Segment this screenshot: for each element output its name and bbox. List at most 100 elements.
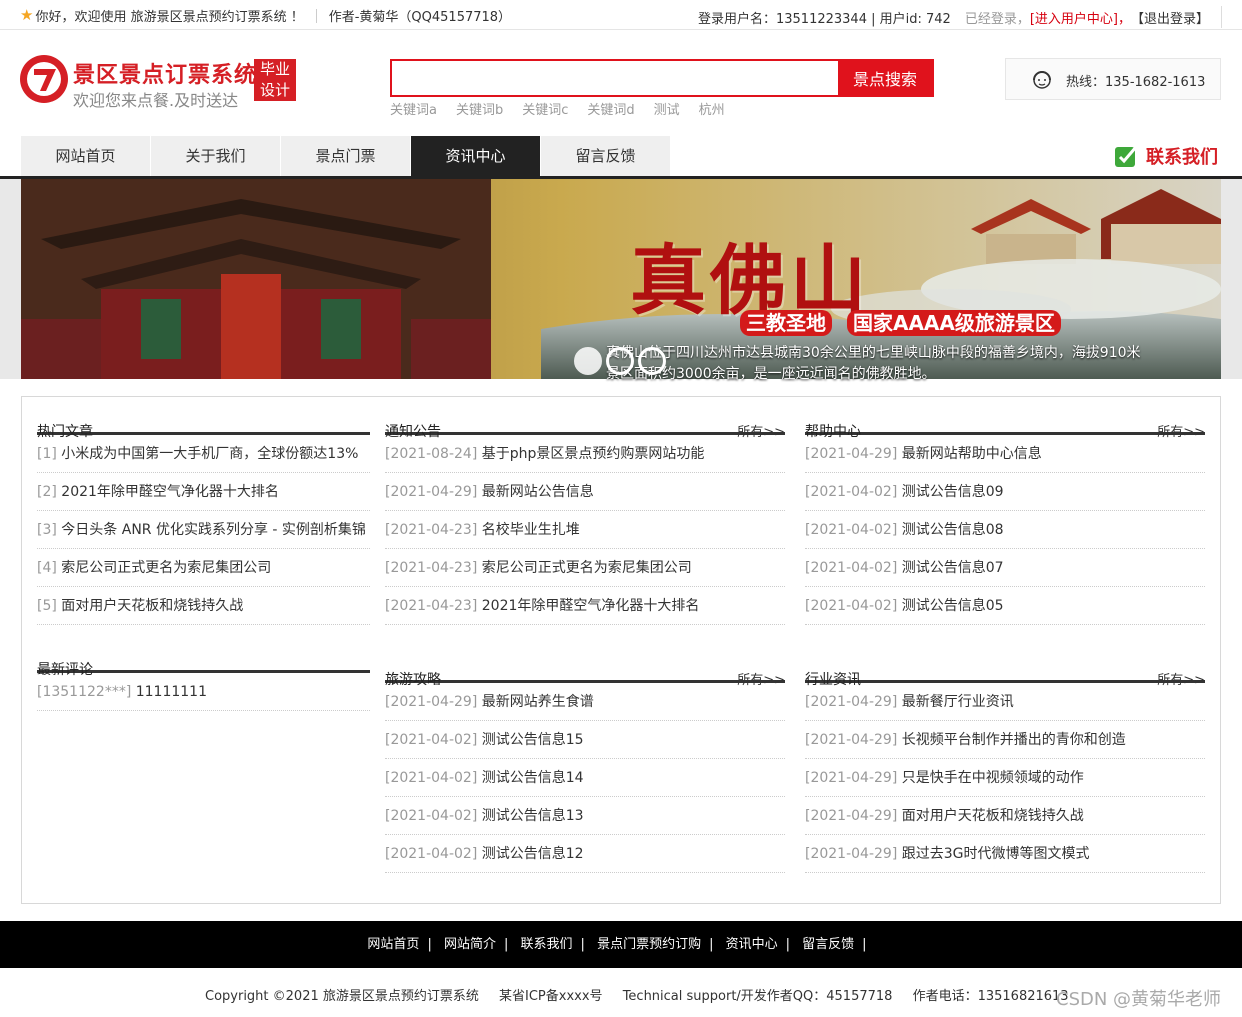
nav-tab-about[interactable]: 关于我们 [151, 136, 280, 176]
carousel-dots [574, 347, 666, 375]
list-item[interactable]: [2021-04-02] 测试公告信息07 [805, 549, 1205, 587]
copyright-text: Copyright ©2021 旅游景区景点预约订票系统 [205, 989, 479, 1004]
hot-articles-section: 热门文章 [1] 小米成为中国第一大手机厂商，全球份额达13% [2] 2021… [37, 397, 370, 625]
hot-keywords: 关键词a 关键词b 关键词c 关键词d 测试 杭州 [390, 99, 744, 118]
login-user-text: 登录用户名：13511223344 | 用户id: 742 [697, 11, 951, 27]
list-item[interactable]: [2021-04-29] 面对用户天花板和烧钱持久战 [805, 797, 1205, 835]
search-box: 景点搜索 [390, 59, 934, 97]
nav-tab-feedback[interactable]: 留言反馈 [541, 136, 670, 176]
list-item[interactable]: [2021-04-02] 测试公告信息12 [385, 835, 785, 873]
content-panel: 热门文章 [1] 小米成为中国第一大手机厂商，全球份额达13% [2] 2021… [21, 396, 1221, 904]
check-icon [1115, 146, 1138, 167]
list-item[interactable]: [2021-04-02] 测试公告信息09 [805, 473, 1205, 511]
section-title: 热门文章 [37, 424, 93, 440]
list-item[interactable]: [2021-04-02] 测试公告信息14 [385, 759, 785, 797]
user-center-link[interactable]: [进入用户中心]， [1030, 8, 1131, 27]
list-item[interactable]: [2021-04-23] 2021年除甲醛空气净化器十大排名 [385, 587, 785, 625]
footer-nav: 网站首页 | 网站简介 | 联系我们 | 景点门票预约订购 | 资讯中心 | 留言反馈 | [0, 921, 1242, 968]
keyword-link[interactable]: 关键词c [522, 99, 568, 118]
graduation-badge: 毕业 设计 [254, 59, 296, 101]
contact-us-label: 联系我们 [1146, 147, 1218, 168]
support-text: Technical support/开发作者QQ：45157718 [622, 989, 893, 1004]
logo-icon[interactable] [20, 55, 68, 103]
travel-guide-section: 旅游攻略 所有>> [2021-04-29] 最新网站养生食谱 [2021-04… [385, 645, 785, 873]
list-item[interactable]: [2021-04-02] 测试公告信息08 [805, 511, 1205, 549]
section-title: 最新评论 [37, 662, 93, 678]
list-item[interactable]: [3] 今日头条 ANR 优化实践系列分享 - 实例剖析集锦 [37, 511, 370, 549]
list-item[interactable]: [2021-04-02] 测试公告信息15 [385, 721, 785, 759]
header: 景区景点订票系统 欢迎您来点餐.及时送达 毕业 设计 景点搜索 关键词a 关键词… [0, 31, 1242, 131]
section-title: 帮助中心 [805, 424, 861, 440]
list-item[interactable]: [2021-04-29] 长视频平台制作并播出的青你和创造 [805, 721, 1205, 759]
divider [315, 8, 317, 23]
more-link[interactable]: 所有>> [1157, 421, 1205, 440]
section-title: 通知公告 [385, 424, 441, 440]
list-item[interactable]: [2021-04-29] 最新餐厅行业资讯 [805, 683, 1205, 721]
site-subtitle: 欢迎您来点餐.及时送达 [73, 91, 239, 110]
list-item[interactable]: [2021-04-29] 最新网站帮助中心信息 [805, 435, 1205, 473]
footer-link-home[interactable]: 网站首页 [367, 937, 419, 952]
author-text: 作者-黄菊华（QQ45157718） [328, 10, 512, 25]
star-icon: ★ [20, 6, 34, 24]
contact-us-link[interactable]: 联系我们 [1114, 143, 1218, 169]
keyword-link[interactable]: 杭州 [699, 99, 725, 118]
footer-link-contact[interactable]: 联系我们 [521, 937, 573, 952]
banner-caption: 真佛山位于四川达州市达县城南30余公里的七里峡山脉中段的福善乡境内，海拔910米 [606, 345, 1141, 361]
search-input[interactable] [392, 61, 838, 95]
customer-service-icon [1033, 71, 1051, 89]
main-nav: 网站首页 关于我们 景点门票 资讯中心 留言反馈 联系我们 [0, 136, 1242, 179]
logo-mark [34, 69, 56, 91]
login-status: 已经登录， [964, 11, 1030, 27]
list-item[interactable]: [2021-04-29] 最新网站养生食谱 [385, 683, 785, 721]
more-link[interactable]: 所有>> [737, 669, 785, 688]
list-item[interactable]: [2] 2021年除甲醛空气净化器十大排名 [37, 473, 370, 511]
welcome-text: 你好，欢迎使用 旅游景区景点预约订票系统 ！ [35, 10, 304, 25]
carousel-dot[interactable] [638, 347, 666, 375]
carousel-dot[interactable] [606, 347, 634, 375]
list-item[interactable]: [2021-04-23] 名校毕业生扎堆 [385, 511, 785, 549]
copyright-line: Copyright ©2021 旅游景区景点预约订票系统 某省ICP备xxxx号… [205, 985, 1085, 1004]
top-bar-left: ★ 你好，欢迎使用 旅游景区景点预约订票系统 ！ 作者-黄菊华（QQ451577… [20, 6, 512, 26]
keyword-link[interactable]: 关键词d [587, 99, 634, 118]
nav-tab-home[interactable]: 网站首页 [21, 136, 150, 176]
list-item[interactable]: [2021-04-23] 索尼公司正式更名为索尼集团公司 [385, 549, 785, 587]
footer-link-tickets[interactable]: 景点门票预约订购 [597, 937, 701, 952]
icp-text: 某省ICP备xxxx号 [499, 989, 603, 1004]
nav-tab-news[interactable]: 资讯中心 [411, 136, 540, 176]
csdn-watermark: CSDN @黄菊华老师 [1056, 989, 1222, 1010]
phone-text: 作者电话：13516821613 [912, 989, 1069, 1004]
list-item[interactable]: [2021-04-02] 测试公告信息13 [385, 797, 785, 835]
more-link[interactable]: 所有>> [1157, 669, 1205, 688]
notices-section: 通知公告 所有>> [2021-08-24] 基于php景区景点预约购票网站功能… [385, 397, 785, 625]
section-title: 行业资讯 [805, 672, 861, 688]
carousel-dot[interactable] [574, 347, 602, 375]
latest-comments-section: 最新评论 [1351122***] 11111111 [37, 635, 370, 711]
list-item[interactable]: [5] 面对用户天花板和烧钱持久战 [37, 587, 370, 625]
divider [1221, 6, 1222, 28]
site-title: 景区景点订票系统 [73, 63, 258, 88]
hotline-box: 热线：135-1682-1613 [1005, 58, 1221, 100]
footer-link-intro[interactable]: 网站简介 [444, 937, 496, 952]
more-link[interactable]: 所有>> [737, 421, 785, 440]
footer-link-feedback[interactable]: 留言反馈 [802, 937, 854, 952]
nav-tab-tickets[interactable]: 景点门票 [281, 136, 410, 176]
top-bar: ★ 你好，欢迎使用 旅游景区景点预约订票系统 ！ 作者-黄菊华（QQ451577… [0, 0, 1242, 30]
keyword-link[interactable]: 关键词a [390, 99, 437, 118]
list-item[interactable]: [2021-04-02] 测试公告信息05 [805, 587, 1205, 625]
footer-link-news[interactable]: 资讯中心 [726, 937, 778, 952]
nav-tabs: 网站首页 关于我们 景点门票 资讯中心 留言反馈 [21, 136, 671, 176]
hotline-text: 热线：135-1682-1613 [1066, 75, 1206, 90]
search-button[interactable]: 景点搜索 [838, 61, 932, 95]
list-item[interactable]: [2021-04-29] 只是快手在中视频领域的动作 [805, 759, 1205, 797]
keyword-link[interactable]: 测试 [654, 99, 680, 118]
keyword-link[interactable]: 关键词b [456, 99, 503, 118]
logout-link[interactable]: 【退出登录】 [1131, 8, 1209, 27]
top-bar-right: 登录用户名：13511223344 | 用户id: 742 已经登录， [进入用… [698, 6, 1222, 28]
list-item[interactable]: [2021-08-24] 基于php景区景点预约购票网站功能 [385, 435, 785, 473]
list-item[interactable]: [2021-04-29] 跟过去3G时代微博等图文模式 [805, 835, 1205, 873]
industry-news-section: 行业资讯 所有>> [2021-04-29] 最新餐厅行业资讯 [2021-04… [805, 645, 1205, 873]
help-center-section: 帮助中心 所有>> [2021-04-29] 最新网站帮助中心信息 [2021-… [805, 397, 1205, 625]
list-item[interactable]: [4] 索尼公司正式更名为索尼集团公司 [37, 549, 370, 587]
list-item[interactable]: [2021-04-29] 最新网站公告信息 [385, 473, 785, 511]
banner-carousel: 真佛山 三教圣地 国家AAAA级旅游景区 真佛山位于四川达州市达县城南30余公里… [0, 179, 1242, 382]
